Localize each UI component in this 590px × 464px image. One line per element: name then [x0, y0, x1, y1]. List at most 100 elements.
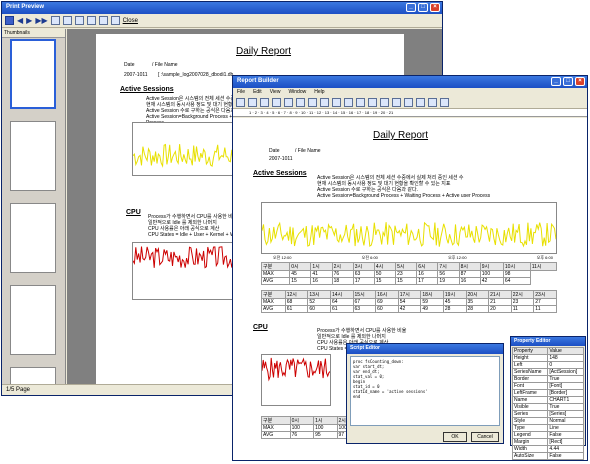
property-row[interactable]: Left 0 [511, 361, 584, 369]
builder-active-chart[interactable] [261, 202, 557, 254]
property-row[interactable]: SeriesName [ActSession] [511, 368, 584, 376]
multi-page-icon[interactable] [62, 16, 72, 25]
menu-help[interactable]: Help [314, 89, 324, 96]
zoom-in-icon[interactable] [98, 16, 108, 25]
run-icon[interactable] [440, 98, 449, 107]
property-cell[interactable]: Line [547, 424, 584, 432]
thumbnail-page-4[interactable] [10, 285, 56, 355]
property-row[interactable]: Height 148 [511, 354, 584, 362]
label-icon[interactable] [368, 98, 377, 107]
paste-icon[interactable] [296, 98, 305, 107]
property-cell[interactable]: Border [511, 375, 549, 383]
thumbnail-page-3[interactable] [10, 203, 56, 273]
property-cell[interactable]: 4.44 [547, 445, 584, 453]
property-cell[interactable]: 0 [547, 361, 584, 369]
builder-file-label[interactable]: / File Name [295, 148, 321, 154]
property-cell[interactable]: [ActSession] [547, 368, 584, 376]
maximize-button[interactable]: □ [418, 3, 428, 12]
builder-active-desc[interactable]: Active Session은 시스템의 전체 세션 수중에서 실제 처리 중인… [317, 175, 553, 199]
property-row[interactable]: Visible True [511, 403, 584, 411]
preview-icon[interactable] [428, 98, 437, 107]
property-row[interactable]: Width 4.44 [511, 445, 584, 453]
thumbnail-page-5[interactable] [10, 367, 56, 385]
property-cell[interactable]: Left [511, 361, 549, 369]
thumbnail-page-1[interactable] [10, 39, 56, 109]
builder-minimize-button[interactable]: _ [551, 77, 561, 86]
first-page-icon[interactable] [5, 16, 14, 25]
line-icon[interactable] [416, 98, 425, 107]
property-cell[interactable]: [Font] [547, 382, 584, 390]
align-left-icon[interactable] [332, 98, 341, 107]
property-cell[interactable]: AutoSize [511, 452, 549, 460]
property-row[interactable]: Font [Font] [511, 382, 584, 390]
script-ok-button[interactable]: OK [443, 432, 467, 442]
property-cell[interactable]: [Border] [547, 389, 584, 397]
property-row[interactable]: Legend False [511, 431, 584, 439]
builder-cpu-heading[interactable]: CPU [253, 324, 268, 331]
property-row[interactable]: LeftFrame [Border] [511, 389, 584, 397]
property-grid[interactable]: Property Value Height 148 Left 0 SeriesName [Ac… [511, 347, 584, 460]
property-cell[interactable]: CHART1 [547, 396, 584, 404]
align-center-icon[interactable] [344, 98, 353, 107]
property-cell[interactable]: False [547, 452, 584, 460]
minimize-button[interactable]: _ [406, 3, 416, 12]
property-row[interactable]: AutoSize False [511, 452, 584, 460]
property-row[interactable]: Series [Series] [511, 410, 584, 418]
property-cell[interactable]: False [547, 431, 584, 439]
menu-view[interactable]: View [270, 89, 281, 96]
property-cell[interactable]: Font [511, 382, 549, 390]
property-cell[interactable]: Width [511, 445, 549, 453]
undo-icon[interactable] [308, 98, 317, 107]
script-cancel-button[interactable]: Cancel [471, 432, 499, 442]
next-page-icon[interactable]: ▶ [26, 16, 32, 25]
property-cell[interactable]: SeriesName [511, 368, 549, 376]
builder-cpu-chart[interactable] [261, 354, 331, 406]
property-cell[interactable]: Series [511, 410, 549, 418]
menu-file[interactable]: File [237, 89, 245, 96]
align-right-icon[interactable] [356, 98, 365, 107]
builder-date-value[interactable]: 2007-1011 [269, 156, 293, 162]
property-cell[interactable]: Margin [511, 438, 549, 446]
open-icon[interactable] [248, 98, 257, 107]
image-icon[interactable] [404, 98, 413, 107]
builder-close-button[interactable]: × [575, 77, 585, 86]
builder-date-label[interactable]: Date [269, 148, 280, 154]
property-cell[interactable]: [Series] [547, 410, 584, 418]
property-row[interactable]: Border True [511, 375, 584, 383]
property-cell[interactable]: Style [511, 417, 549, 425]
prev-page-icon[interactable]: ◀ [17, 16, 23, 25]
table-icon[interactable] [380, 98, 389, 107]
property-row[interactable]: Name CHART1 [511, 396, 584, 404]
report-title-text[interactable]: Daily Report [373, 130, 428, 141]
copy-icon[interactable] [284, 98, 293, 107]
new-icon[interactable] [236, 98, 245, 107]
close-window-button[interactable]: × [430, 3, 440, 12]
builder-maximize-button[interactable]: □ [563, 77, 573, 86]
property-cell[interactable]: Legend [511, 431, 549, 439]
property-cell[interactable]: 148 [547, 354, 584, 362]
property-cell[interactable]: [Rect] [547, 438, 584, 446]
property-row[interactable]: Type Line [511, 424, 584, 432]
last-page-icon[interactable]: ▶▶ [35, 16, 47, 25]
cut-icon[interactable] [272, 98, 281, 107]
chart-icon[interactable] [392, 98, 401, 107]
builder-active-heading[interactable]: Active Sessions [253, 170, 307, 177]
print-icon[interactable] [74, 16, 84, 25]
property-cell[interactable]: True [547, 375, 584, 383]
property-cell[interactable]: LeftFrame [511, 389, 549, 397]
save-icon[interactable] [86, 16, 96, 25]
zoom-out-icon[interactable] [110, 16, 120, 25]
thumbnail-page-2[interactable] [10, 121, 56, 191]
property-row[interactable]: Margin [Rect] [511, 438, 584, 446]
redo-icon[interactable] [320, 98, 329, 107]
property-cell[interactable]: Type [511, 424, 549, 432]
menu-edit[interactable]: Edit [253, 89, 262, 96]
menu-window[interactable]: Window [288, 89, 306, 96]
close-preview-button[interactable]: Close [123, 18, 138, 24]
save-icon[interactable] [260, 98, 269, 107]
property-cell[interactable]: True [547, 403, 584, 411]
property-cell[interactable]: Normal [547, 417, 584, 425]
property-cell[interactable]: Visible [511, 403, 549, 411]
property-row[interactable]: Style Normal [511, 417, 584, 425]
single-page-icon[interactable] [50, 16, 60, 25]
